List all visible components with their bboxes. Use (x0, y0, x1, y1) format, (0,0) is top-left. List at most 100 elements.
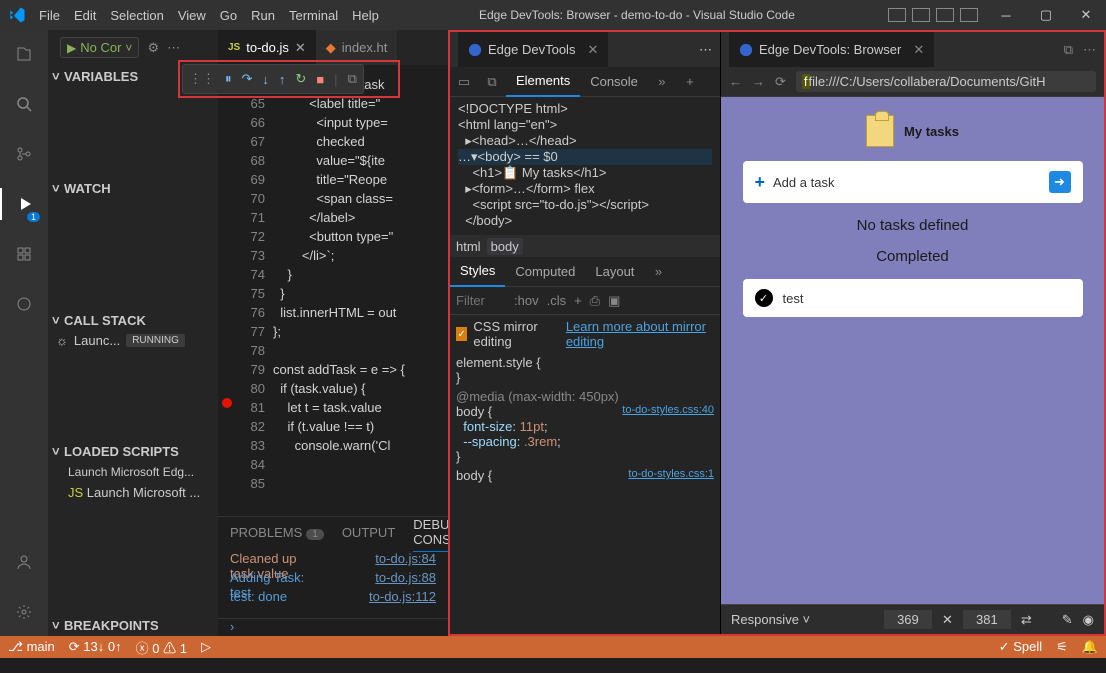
layout-left-icon[interactable] (888, 8, 906, 22)
close-icon[interactable]: ✕ (295, 40, 306, 56)
loaded-script-item[interactable]: Launch Microsoft Edg... (48, 462, 218, 482)
check-icon[interactable]: ✓ (755, 289, 773, 307)
devtools-launch-icon[interactable]: ⧉ (348, 71, 357, 87)
debug-status-icon[interactable]: ▷ (201, 639, 211, 655)
responsive-dropdown[interactable]: Responsive ˅ (731, 612, 810, 627)
callstack-section[interactable]: ˅CALL STACK (48, 309, 218, 331)
page-viewport[interactable]: My tasks + Add a task ➜ No tasks defined… (721, 97, 1104, 369)
spell-indicator[interactable]: ✓ Spell (999, 639, 1042, 655)
wand-icon[interactable]: ✎ (1062, 612, 1073, 628)
loaded-scripts-section[interactable]: ˅LOADED SCRIPTS (48, 440, 218, 462)
watch-section[interactable]: ˅WATCH (48, 177, 218, 199)
back-icon[interactable]: ← (729, 74, 742, 89)
feedback-icon[interactable]: ⚟ (1056, 639, 1068, 655)
close-icon[interactable]: ✕ (913, 42, 924, 58)
rotate-icon[interactable]: ⇄ (1021, 612, 1032, 628)
breakpoint-icon[interactable] (222, 398, 232, 408)
stop-icon[interactable]: ■ (316, 72, 324, 87)
url-bar[interactable]: ffile:///C:/Users/collabera/Documents/Gi… (796, 71, 1096, 92)
more-tabs-icon[interactable]: » (644, 264, 672, 279)
reload-icon[interactable]: ⟳ (775, 74, 786, 90)
problems-tab[interactable]: PROBLEMS1 (230, 521, 324, 544)
close-window-button[interactable]: ✕ (1074, 0, 1098, 30)
style-rule[interactable]: element.style {} (450, 353, 720, 387)
menu-edit[interactable]: Edit (67, 0, 103, 30)
box-icon[interactable]: ▣ (608, 293, 620, 309)
code-editor[interactable]: 6465666768697071727374757677787980818283… (218, 65, 448, 516)
bell-icon[interactable]: 🔔 (1082, 639, 1098, 655)
restart-icon[interactable]: ↻ (295, 71, 306, 87)
more-icon[interactable]: ⋯ (167, 40, 180, 56)
cls-button[interactable]: .cls (547, 293, 567, 308)
minimize-button[interactable]: ─ (994, 0, 1018, 30)
eye-icon[interactable]: ◉ (1083, 612, 1094, 628)
errors-indicator[interactable]: ⓧ 0 ⚠ 1 (136, 638, 187, 657)
height-input[interactable] (963, 610, 1011, 629)
task-item[interactable]: ✓ test (743, 279, 1083, 317)
drag-handle-icon[interactable]: ⋮⋮ (189, 71, 215, 87)
source-link[interactable]: to-do-styles.css:40 (622, 404, 714, 416)
mirror-checkbox[interactable]: ✓ (456, 327, 467, 341)
devtools-tab[interactable]: Edge DevTools✕ (458, 32, 608, 67)
explorer-icon[interactable] (0, 38, 48, 70)
maximize-button[interactable]: ▢ (1034, 0, 1058, 30)
pause-icon[interactable]: ⏸ (225, 71, 232, 87)
forward-icon[interactable]: → (752, 74, 765, 89)
menu-file[interactable]: File (32, 0, 67, 30)
style-rule[interactable]: @media (max-width: 450px) body {to-do-st… (450, 387, 720, 466)
layout-tab[interactable]: Layout (585, 257, 644, 287)
styles-filter-input[interactable] (456, 293, 506, 308)
split-icon[interactable]: ⧉ (1064, 42, 1073, 58)
settings-gear-icon[interactable] (0, 596, 48, 628)
step-into-icon[interactable]: ↓ (262, 72, 269, 87)
styles-tab[interactable]: Styles (450, 257, 505, 287)
submit-arrow-icon[interactable]: ➜ (1049, 171, 1071, 193)
loaded-script-item[interactable]: JS Launch Microsoft ... (48, 482, 218, 503)
more-icon[interactable]: ⋯ (699, 42, 712, 58)
gear-icon[interactable]: ⚙ (147, 40, 159, 56)
more-icon[interactable]: ⋯ (1083, 42, 1096, 58)
step-over-icon[interactable]: ↷ (242, 71, 253, 87)
search-icon[interactable] (0, 88, 48, 120)
menu-view[interactable]: View (171, 0, 213, 30)
more-tabs-icon[interactable]: » (648, 74, 676, 89)
layout-bottom-icon[interactable] (912, 8, 930, 22)
menu-selection[interactable]: Selection (103, 0, 170, 30)
add-task-input[interactable]: + Add a task ➜ (743, 161, 1083, 203)
elements-tab[interactable]: Elements (506, 67, 580, 97)
step-out-icon[interactable]: ↑ (279, 72, 286, 87)
add-tab-icon[interactable]: + (676, 74, 704, 89)
browser-tab[interactable]: Edge DevTools: Browser✕ (729, 32, 934, 67)
style-rule[interactable]: body {to-do-styles.css:1 (450, 466, 720, 485)
menu-run[interactable]: Run (244, 0, 282, 30)
dom-breadcrumbs[interactable]: html body (450, 235, 720, 257)
branch-indicator[interactable]: ⎇ main (8, 639, 55, 655)
hov-button[interactable]: :hov (514, 293, 539, 308)
computed-tab[interactable]: Computed (505, 257, 585, 287)
run-debug-icon[interactable]: 1 (0, 188, 48, 220)
layout-right-icon[interactable] (936, 8, 954, 22)
print-icon[interactable]: ⎙ (590, 293, 600, 309)
start-debug-button[interactable]: ▶ No Cor ˅ (60, 37, 139, 58)
source-control-icon[interactable] (0, 138, 48, 170)
extensions-icon[interactable] (0, 238, 48, 270)
close-icon[interactable]: ✕ (587, 42, 598, 58)
sync-indicator[interactable]: ⟳ 13↓ 0↑ (69, 639, 122, 655)
width-input[interactable] (884, 610, 932, 629)
layout-custom-icon[interactable] (960, 8, 978, 22)
source-link[interactable]: to-do-styles.css:1 (628, 468, 714, 480)
device-icon[interactable]: ⧉ (478, 74, 506, 90)
mirror-link[interactable]: Learn more about mirror editing (566, 319, 714, 349)
menu-go[interactable]: Go (213, 0, 244, 30)
console-tab[interactable]: Console (580, 67, 648, 97)
callstack-item[interactable]: ☼ Launc... RUNNING (48, 331, 218, 350)
edge-icon[interactable] (0, 288, 48, 320)
output-tab[interactable]: OUTPUT (342, 521, 395, 544)
menu-help[interactable]: Help (345, 0, 386, 30)
account-icon[interactable] (0, 546, 48, 578)
dom-tree[interactable]: <!DOCTYPE html><html lang="en"> ▸<head>…… (450, 97, 720, 235)
new-rule-icon[interactable]: + (574, 293, 582, 308)
inspect-icon[interactable]: ▭ (450, 74, 478, 90)
menu-terminal[interactable]: Terminal (282, 0, 345, 30)
breakpoints-section[interactable]: ˅BREAKPOINTS (48, 614, 218, 636)
